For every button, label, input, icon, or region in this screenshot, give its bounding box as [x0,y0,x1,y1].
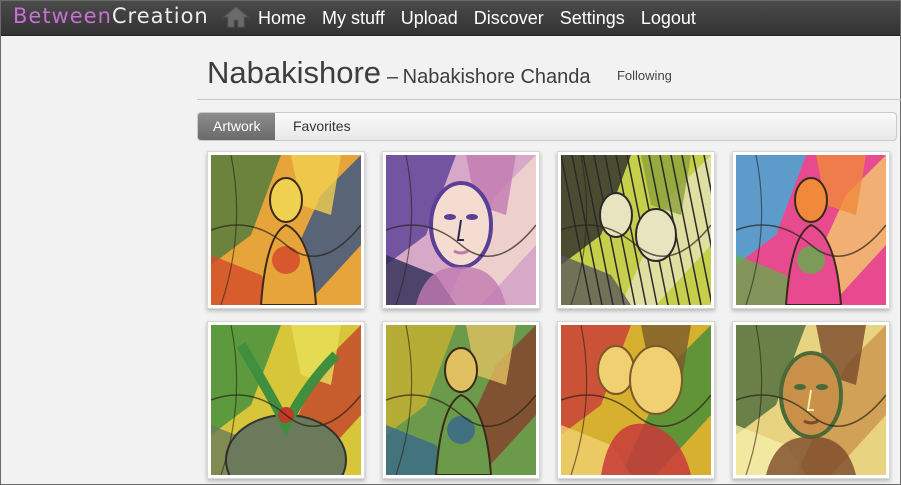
artwork-thumbnail[interactable] [382,151,540,309]
artwork-image [736,325,886,475]
home-icon[interactable] [223,5,249,29]
artwork-image [386,325,536,475]
artwork-image [211,325,361,475]
artwork-image [386,155,536,305]
tab-artwork[interactable]: Artwork [198,113,276,140]
profile-username: Nabakishore [207,55,382,90]
artwork-image [561,155,711,305]
profile-full-name: Nabakishore Chanda [402,66,591,88]
nav-upload[interactable]: Upload [401,1,458,36]
artwork-image [211,155,361,305]
header-divider [197,99,901,100]
nav-my-stuff[interactable]: My stuff [322,1,385,36]
top-navigation-bar: BetweenCreation Home My stuff Upload Dis… [1,1,900,36]
nav-logout[interactable]: Logout [641,1,696,36]
artwork-image [561,325,711,475]
nav-settings[interactable]: Settings [560,1,625,36]
artwork-thumbnail[interactable] [557,151,715,309]
nav-home[interactable]: Home [258,1,306,36]
artwork-thumbnail[interactable] [732,151,890,309]
artwork-thumbnail[interactable] [207,321,365,479]
follow-status-button[interactable]: Following [617,68,672,83]
artwork-thumbnail[interactable] [207,151,365,309]
logo-part-between: Between [13,4,112,28]
profile-tabs: Artwork Favorites [197,112,897,141]
nav-discover[interactable]: Discover [474,1,544,36]
artwork-thumbnail[interactable] [382,321,540,479]
name-separator: – [387,66,399,88]
main-nav: Home My stuff Upload Discover Settings L… [258,1,712,36]
profile-header: Nabakishore – Nabakishore Chanda Followin… [207,55,672,91]
logo-part-creation: Creation [111,4,209,28]
tab-favorites[interactable]: Favorites [278,113,366,140]
artwork-thumbnail[interactable] [732,321,890,479]
artwork-thumbnail[interactable] [557,321,715,479]
artwork-image [736,155,886,305]
site-logo[interactable]: BetweenCreation [13,4,209,28]
